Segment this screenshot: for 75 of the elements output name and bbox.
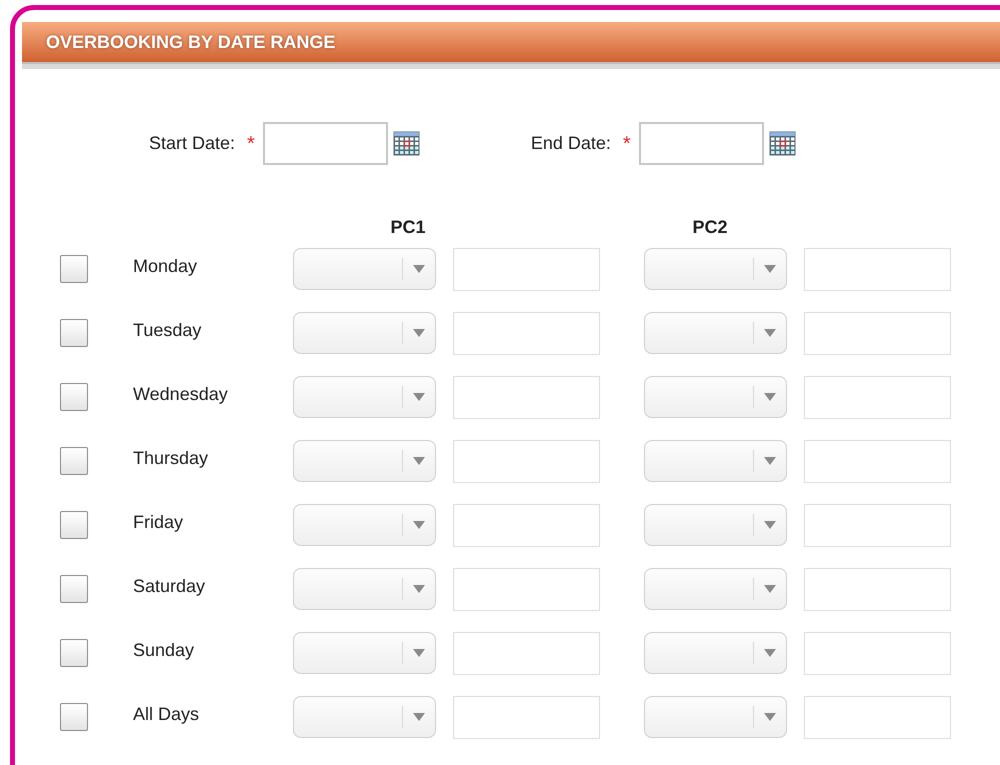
input-field[interactable] (453, 312, 600, 354)
column-header: PC2 (691, 216, 728, 238)
dropdown[interactable] (293, 568, 436, 610)
dropdown[interactable] (644, 376, 787, 418)
day-label: Tuesday (133, 318, 202, 342)
dropdown[interactable] (644, 696, 787, 738)
dropdown[interactable] (293, 504, 436, 546)
caret-icon (764, 585, 776, 593)
checkbox[interactable] (60, 383, 88, 411)
day-label: Wednesday (133, 382, 229, 406)
caret-icon (764, 521, 776, 529)
caret-icon (764, 265, 776, 273)
input-field[interactable] (804, 440, 951, 482)
required-mark: * (247, 132, 255, 156)
calendar-icon[interactable] (768, 131, 796, 156)
checkbox[interactable] (60, 255, 88, 283)
calendar-icon[interactable] (392, 131, 420, 156)
field-label: Start Date: (149, 132, 236, 155)
input-field[interactable] (453, 696, 600, 738)
checkbox[interactable] (60, 319, 88, 347)
input-field[interactable] (804, 696, 951, 738)
section-title: OVERBOOKING BY DATE RANGE (46, 30, 336, 54)
field-label: End Date: (530, 132, 611, 155)
day-label: Thursday (133, 446, 210, 470)
day-label: Friday (133, 510, 184, 534)
day-label: Sunday (133, 638, 196, 662)
day-label: Saturday (133, 574, 206, 598)
dropdown[interactable] (293, 440, 436, 482)
input-field[interactable] (453, 376, 600, 418)
dropdown[interactable] (293, 312, 436, 354)
caret-icon (413, 585, 425, 593)
checkbox[interactable] (60, 703, 88, 731)
caret-icon (764, 393, 776, 401)
caret-icon (764, 649, 776, 657)
day-label: All Days (133, 702, 200, 726)
caret-icon (413, 329, 425, 337)
input-field[interactable] (804, 632, 951, 674)
input-field[interactable] (453, 568, 600, 610)
dropdown[interactable] (293, 248, 436, 290)
input-field[interactable] (453, 504, 600, 546)
checkbox[interactable] (60, 447, 88, 475)
checkbox[interactable] (60, 639, 88, 667)
caret-icon (764, 329, 776, 337)
dropdown[interactable] (644, 312, 787, 354)
input-field[interactable] (804, 248, 951, 290)
dropdown[interactable] (644, 440, 787, 482)
dropdown[interactable] (644, 248, 787, 290)
input-field[interactable] (453, 248, 600, 290)
dropdown[interactable] (644, 632, 787, 674)
date-field[interactable] (262, 122, 388, 165)
dropdown[interactable] (644, 504, 787, 546)
caret-icon (413, 521, 425, 529)
required-mark: * (622, 132, 631, 156)
date-field[interactable] (638, 122, 764, 165)
checkbox[interactable] (60, 575, 88, 603)
input-field[interactable] (804, 312, 951, 354)
dropdown[interactable] (293, 632, 436, 674)
input-field[interactable] (453, 632, 600, 674)
caret-icon (413, 457, 425, 465)
caret-icon (413, 649, 425, 657)
dropdown[interactable] (293, 376, 436, 418)
dropdown[interactable] (644, 568, 787, 610)
input-field[interactable] (804, 568, 951, 610)
dropdown[interactable] (293, 696, 436, 738)
checkbox[interactable] (60, 511, 88, 539)
caret-icon (413, 713, 425, 721)
caret-icon (413, 393, 425, 401)
day-label: Monday (133, 254, 198, 278)
input-field[interactable] (453, 440, 600, 482)
caret-icon (764, 713, 776, 721)
caret-icon (764, 457, 776, 465)
column-header: PC1 (389, 216, 426, 238)
caret-icon (413, 265, 425, 273)
input-field[interactable] (804, 504, 951, 546)
input-field[interactable] (804, 376, 951, 418)
